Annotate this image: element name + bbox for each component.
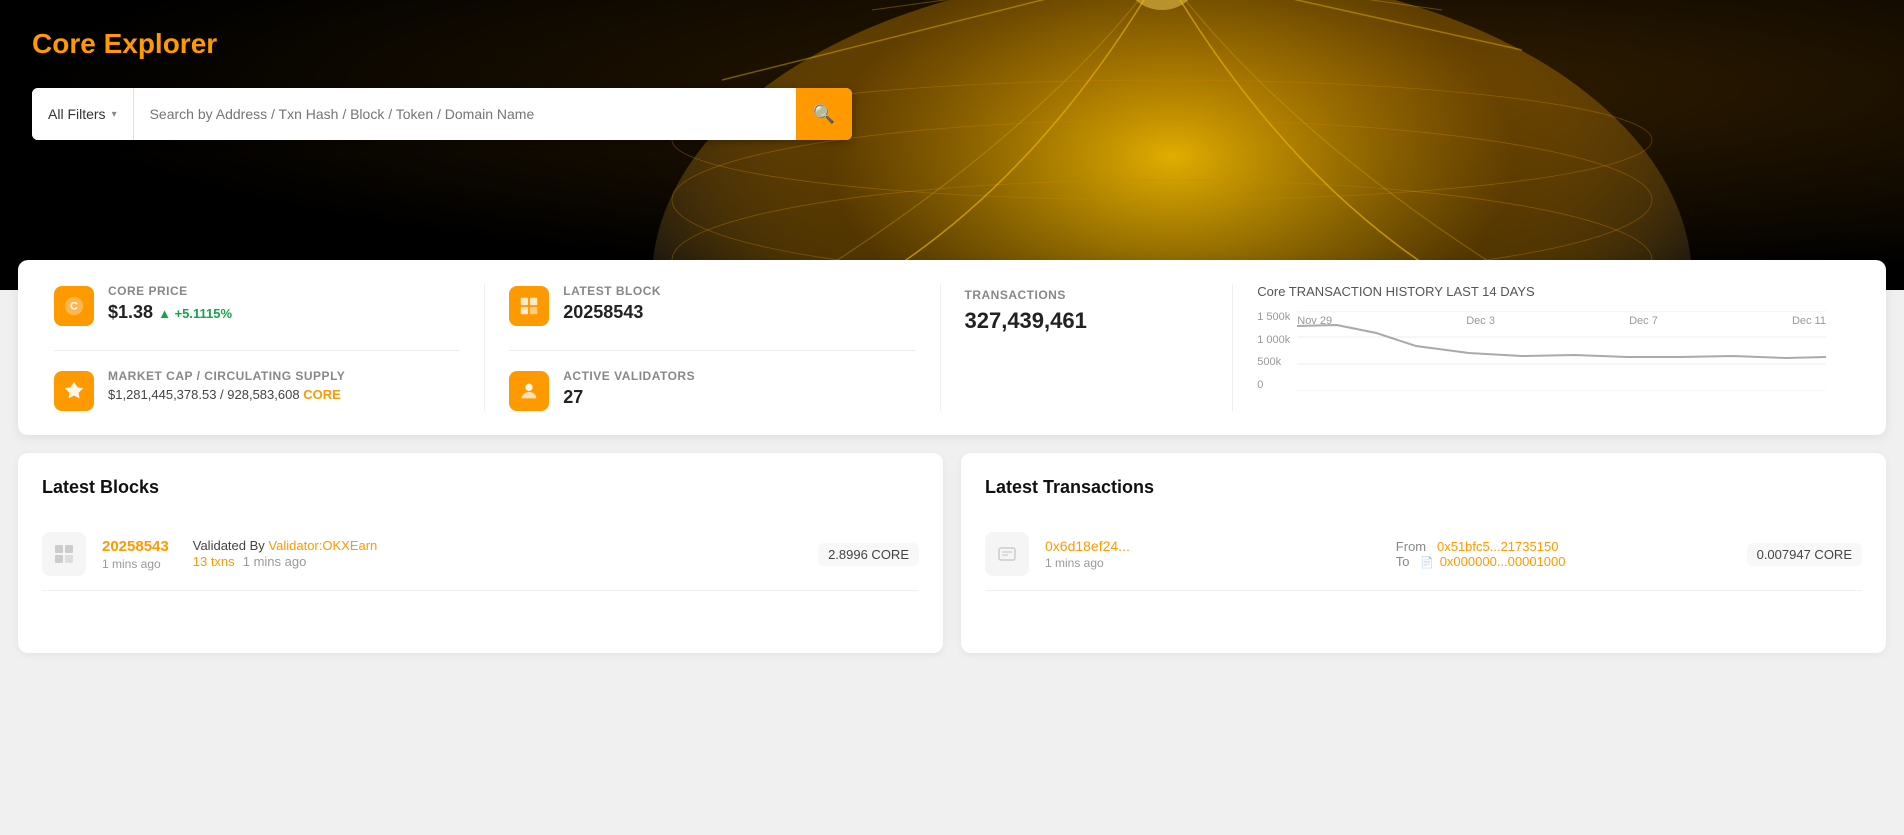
table-row: 0x6d18ef24... 1 mins ago From 0x51bfc5..… xyxy=(985,518,1862,591)
block-txns-time: 1 mins ago xyxy=(239,554,306,569)
block-icon xyxy=(42,532,86,576)
price-section: C CORE PRICE $1.38 ▲ +5.1115% xyxy=(54,284,460,326)
bottom-panels: Latest Blocks 20258543 1 mins ago Valida… xyxy=(0,435,1904,671)
latest-transactions-panel: Latest Transactions 0x6d18ef24... 1 mins… xyxy=(961,453,1886,653)
validators-label: ACTIVE VALIDATORS xyxy=(563,369,695,383)
latest-blocks-title: Latest Blocks xyxy=(42,477,919,498)
market-cap-value: $1,281,445,378.53 / 928,583,608 CORE xyxy=(108,387,345,402)
block-reward: 2.8996 CORE xyxy=(818,543,919,566)
search-button[interactable]: 🔍 xyxy=(796,88,852,140)
tx-time: 1 mins ago xyxy=(1045,556,1380,570)
block-txns-row: 13 txns 1 mins ago xyxy=(193,553,802,571)
market-cap-icon xyxy=(54,371,94,411)
search-bar: All Filters ▾ 🔍 xyxy=(32,88,852,140)
transactions-label: TRANSACTIONS xyxy=(965,288,1209,302)
tx-detail: From 0x51bfc5...21735150 To 📄 0x000000..… xyxy=(1396,539,1731,569)
tx-to-addr[interactable]: 0x000000...00001000 xyxy=(1440,554,1566,569)
chart-area: 1 500k 1 000k 500k 0 Nov 29 Dec 3 Dec 7 … xyxy=(1257,311,1826,411)
app-logo: Core Explorer xyxy=(32,28,1872,60)
price-change: ▲ +5.1115% xyxy=(158,306,232,321)
from-label: From xyxy=(1396,539,1426,554)
search-icon: 🔍 xyxy=(813,104,835,125)
latest-block-icon xyxy=(509,286,549,326)
chart-y-labels: 1 500k 1 000k 500k 0 xyxy=(1257,311,1290,391)
latest-blocks-panel: Latest Blocks 20258543 1 mins ago Valida… xyxy=(18,453,943,653)
chart-title: Core TRANSACTION HISTORY LAST 14 DAYS xyxy=(1257,284,1826,299)
price-label: CORE PRICE xyxy=(108,284,232,298)
tx-amount: 0.007947 CORE xyxy=(1747,543,1862,566)
latest-block-section: LATEST BLOCK 20258543 xyxy=(509,284,915,326)
latest-block-value: 20258543 xyxy=(563,302,661,323)
tx-icon xyxy=(985,532,1029,576)
divider xyxy=(54,350,460,351)
tx-to-row: To 📄 0x000000...00001000 xyxy=(1396,554,1731,569)
to-label: To xyxy=(1396,554,1410,569)
chart-svg xyxy=(1297,311,1826,391)
stats-col-txns: TRANSACTIONS 327,439,461 xyxy=(941,284,1234,411)
stats-col-block: LATEST BLOCK 20258543 ACTIVE VALIDATORS … xyxy=(485,284,940,411)
market-cap-label: MARKET CAP / CIRCULATING SUPPLY xyxy=(108,369,345,383)
latest-transactions-title: Latest Transactions xyxy=(985,477,1862,498)
divider2 xyxy=(509,350,915,351)
price-value: $1.38 ▲ +5.1115% xyxy=(108,302,232,323)
validators-icon xyxy=(509,371,549,411)
transactions-value: 327,439,461 xyxy=(965,308,1209,334)
block-number-info: 20258543 1 mins ago xyxy=(102,538,169,571)
stats-col-price: C CORE PRICE $1.38 ▲ +5.1115% xyxy=(54,284,485,411)
validators-section: ACTIVE VALIDATORS 27 xyxy=(509,369,915,411)
svg-text:C: C xyxy=(70,301,78,313)
validator-link[interactable]: Validator:OKXEarn xyxy=(268,538,377,553)
document-icon: 📄 xyxy=(1420,557,1434,569)
block-validator-info: Validated By Validator:OKXEarn 13 txns 1… xyxy=(185,538,802,571)
market-cap-info: MARKET CAP / CIRCULATING SUPPLY $1,281,4… xyxy=(108,369,345,402)
tx-hash-info: 0x6d18ef24... 1 mins ago xyxy=(1045,538,1380,570)
table-row: 20258543 1 mins ago Validated By Validat… xyxy=(42,518,919,591)
search-input[interactable] xyxy=(134,106,796,122)
filter-dropdown[interactable]: All Filters ▾ xyxy=(32,88,134,140)
validators-info: ACTIVE VALIDATORS 27 xyxy=(563,369,695,408)
chevron-down-icon: ▾ xyxy=(112,109,117,120)
hero-section: Core Explorer All Filters ▾ 🔍 xyxy=(0,0,1904,290)
stats-bar: C CORE PRICE $1.38 ▲ +5.1115% xyxy=(18,260,1886,435)
hero-content: Core Explorer All Filters ▾ 🔍 xyxy=(0,0,1904,140)
block-time: 1 mins ago xyxy=(102,557,169,571)
stats-col-chart: Core TRANSACTION HISTORY LAST 14 DAYS 1 … xyxy=(1233,284,1850,411)
latest-block-label: LATEST BLOCK xyxy=(563,284,661,298)
filter-label: All Filters xyxy=(48,106,106,122)
price-info: CORE PRICE $1.38 ▲ +5.1115% xyxy=(108,284,232,323)
block-validator-label: Validated By Validator:OKXEarn xyxy=(193,538,802,553)
tx-from-row: From 0x51bfc5...21735150 xyxy=(1396,539,1731,554)
market-cap-section: MARKET CAP / CIRCULATING SUPPLY $1,281,4… xyxy=(54,369,460,411)
validators-value: 27 xyxy=(563,387,695,408)
block-txns[interactable]: 13 txns xyxy=(193,554,235,569)
block-number[interactable]: 20258543 xyxy=(102,538,169,555)
tx-hash[interactable]: 0x6d18ef24... xyxy=(1045,538,1130,554)
tx-from-addr[interactable]: 0x51bfc5...21735150 xyxy=(1437,539,1558,554)
core-price-icon: C xyxy=(54,286,94,326)
latest-block-info: LATEST BLOCK 20258543 xyxy=(563,284,661,323)
